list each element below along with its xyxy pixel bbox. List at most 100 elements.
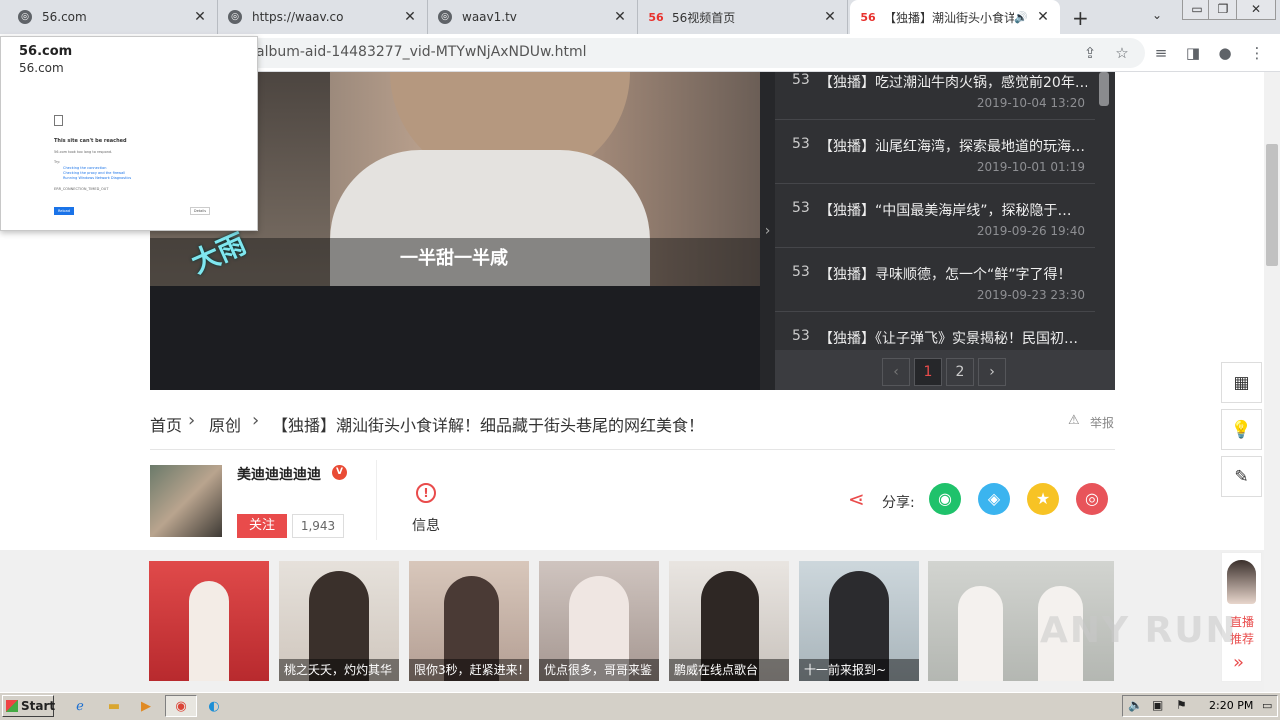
live-thumbnail[interactable]: 优点很多，哥哥来鉴 <box>539 561 659 681</box>
tab-waav1[interactable]: ◎ waav1.tv ✕ <box>428 0 638 34</box>
start-button[interactable]: Start <box>2 695 55 717</box>
report-link[interactable]: 举报 <box>1090 414 1114 431</box>
flag-icon[interactable]: ⚑ <box>1176 698 1187 712</box>
playlist-item[interactable]: 53 【独播】《让子弹飞》实景揭秘！民国初… <box>775 312 1095 350</box>
ie-icon[interactable]: ℯ <box>66 695 94 717</box>
reload-button[interactable]: Reload <box>54 207 74 215</box>
chrome-taskbar-icon[interactable]: ◉ <box>165 695 197 717</box>
side-panel-icon[interactable]: ◨ <box>1180 40 1206 66</box>
chevron-right-icon: › <box>252 410 260 431</box>
uploader-name[interactable]: 美迪迪迪迪迪 <box>237 464 321 484</box>
56-logo-icon: 56 <box>860 10 876 24</box>
qzone-share-icon[interactable]: ★ <box>1027 483 1059 515</box>
url-text[interactable]: album-aid-14483277_vid-MTYwNjAxNDUw.html <box>256 44 587 60</box>
divider <box>150 449 1115 450</box>
feedback-edit-icon[interactable]: ✎ <box>1221 456 1262 497</box>
profile-icon[interactable]: ● <box>1212 40 1238 66</box>
more-chevron-icon[interactable]: » <box>1233 652 1244 673</box>
breadcrumb-category[interactable]: 原创 <box>209 412 241 436</box>
thumb-figure <box>189 581 229 681</box>
prev-page-button[interactable]: ‹ <box>882 358 910 386</box>
close-window-button[interactable]: ✕ <box>1236 0 1276 20</box>
live-thumbnail[interactable]: 鹏威在线点歌台 <box>669 561 789 681</box>
chevron-right-icon: › <box>188 410 196 431</box>
show-desktop-icon[interactable]: ▭ <box>1262 699 1272 712</box>
playlist-pager <box>775 350 1115 390</box>
popup-title: 56.com <box>19 44 73 59</box>
thumbnail-caption: 优点很多，哥哥来鉴 <box>539 659 659 681</box>
live-avatar <box>1227 560 1256 604</box>
edge-icon[interactable]: ◐ <box>200 695 228 717</box>
windows-logo-icon <box>6 700 18 712</box>
new-tab-icon[interactable]: + <box>1072 6 1089 30</box>
close-tab-icon[interactable]: ✕ <box>1036 9 1050 25</box>
follow-button[interactable]: 关注 <box>237 514 287 538</box>
error-line: 56.com took too long to respond. <box>54 150 113 154</box>
playlist-toggle-chevron-icon[interactable]: › <box>760 72 775 390</box>
qq-share-icon[interactable]: ◈ <box>978 483 1010 515</box>
close-tab-icon[interactable]: ✕ <box>193 9 207 25</box>
playlist-item[interactable]: 53 【独播】寻味顺德，怎一个“鲜”字了得！ 2019-09-23 23:30 <box>775 248 1095 312</box>
wechat-share-icon[interactable]: ◉ <box>929 483 961 515</box>
share-label: 分享: <box>882 495 915 511</box>
info-label[interactable]: 信息 <box>412 515 440 535</box>
close-tab-icon[interactable]: ✕ <box>403 9 417 25</box>
live-thumbnail[interactable]: 桃之夭夭，灼灼其华 <box>279 561 399 681</box>
tab-56com[interactable]: ◎ 56.com ✕ <box>8 0 218 34</box>
playlist-scrollbar[interactable] <box>1099 72 1109 106</box>
page-2-button[interactable]: 2 <box>946 358 974 386</box>
tab-search-icon[interactable]: ⌄ <box>1152 8 1162 22</box>
breadcrumb-home[interactable]: 首页 <box>150 412 182 436</box>
divider <box>376 460 377 540</box>
playlist-item[interactable]: 53 【独播】汕尾红海湾，探索最地道的玩海… 2019-10-01 01:19 <box>775 120 1095 184</box>
site-preview-popup: 56.com 56.com This site can't be reached… <box>0 36 258 231</box>
clock: 2:20 PM <box>1209 699 1254 712</box>
follower-count: 1,943 <box>292 514 344 538</box>
uploader-avatar[interactable] <box>150 465 222 537</box>
live-thumbnail[interactable] <box>149 561 269 681</box>
live-thumbnail[interactable]: 十一前来报到~ <box>799 561 919 681</box>
page-1-button[interactable]: 1 <box>914 358 942 386</box>
warning-icon[interactable]: ⚠ <box>1068 413 1080 428</box>
thumbnail-caption: 桃之夭夭，灼灼其华 <box>279 659 399 681</box>
bookmark-star-icon[interactable]: ☆ <box>1109 40 1135 66</box>
error-title: This site can't be reached <box>54 138 127 144</box>
details-button[interactable]: Details <box>190 207 210 215</box>
system-tray <box>1122 695 1278 717</box>
video-title: 【独播】潮汕街头小食详解！细品藏于街头巷尾的网红美食！ <box>272 416 705 435</box>
thumbnail-caption: 鹏威在线点歌台 <box>669 659 789 681</box>
live-thumbnail[interactable]: 限你3秒，赶紧进来！ <box>409 561 529 681</box>
tab-waav[interactable]: ◎ https://waav.co ✕ <box>218 0 428 34</box>
page-scrollbar-thumb[interactable] <box>1266 144 1278 266</box>
popup-subtitle: 56.com <box>19 61 64 75</box>
info-icon[interactable]: ! <box>416 483 436 503</box>
maximize-button[interactable]: ❐ <box>1208 0 1238 20</box>
volume-icon[interactable]: 🔈 <box>1128 698 1143 712</box>
share-icon: ⋖ <box>848 487 865 511</box>
tab-56-home[interactable]: 56 56视频首页 ✕ <box>638 0 848 34</box>
next-page-button[interactable]: › <box>978 358 1006 386</box>
playlist-item[interactable]: 53 【独播】吃过潮汕牛肉火锅，感觉前20年… 2019-10-04 13:20 <box>775 56 1095 120</box>
qr-code-icon[interactable]: ▦ <box>1221 362 1262 403</box>
globe-icon: ◎ <box>438 10 452 24</box>
tab-active-video[interactable]: 56 【独播】潮汕街头小食详解 🔊 ✕ <box>850 0 1060 34</box>
playlist-item[interactable]: 53 【独播】“中国最美海岸线”，探秘隐于… 2019-09-26 19:40 <box>775 184 1095 248</box>
media-player-icon[interactable]: ▶ <box>132 695 160 717</box>
thumbnail-caption: 限你3秒，赶紧进来！ <box>409 659 529 681</box>
error-code: ERR_CONNECTION_TIMED_OUT <box>54 187 109 191</box>
media-control-icon[interactable]: ≡ <box>1148 40 1174 66</box>
menu-icon[interactable]: ⋮ <box>1244 40 1270 66</box>
video-subtitle: 一半甜一半咸 <box>400 248 508 269</box>
folder-icon[interactable]: ▬ <box>100 695 128 717</box>
document-icon <box>54 115 63 126</box>
close-tab-icon[interactable]: ✕ <box>613 9 627 25</box>
network-icon[interactable]: ▣ <box>1152 698 1163 712</box>
tips-list: Checking the connection Checking the pro… <box>63 166 132 180</box>
verified-badge: V <box>332 465 347 480</box>
speaker-icon[interactable]: 🔊 <box>1014 11 1028 24</box>
close-tab-icon[interactable]: ✕ <box>823 9 837 25</box>
lightbulb-icon[interactable]: 💡 <box>1221 409 1262 450</box>
thumbnail-caption: 十一前来报到~ <box>799 659 919 681</box>
globe-icon: ◎ <box>18 10 32 24</box>
weibo-share-icon[interactable]: ◎ <box>1076 483 1108 515</box>
